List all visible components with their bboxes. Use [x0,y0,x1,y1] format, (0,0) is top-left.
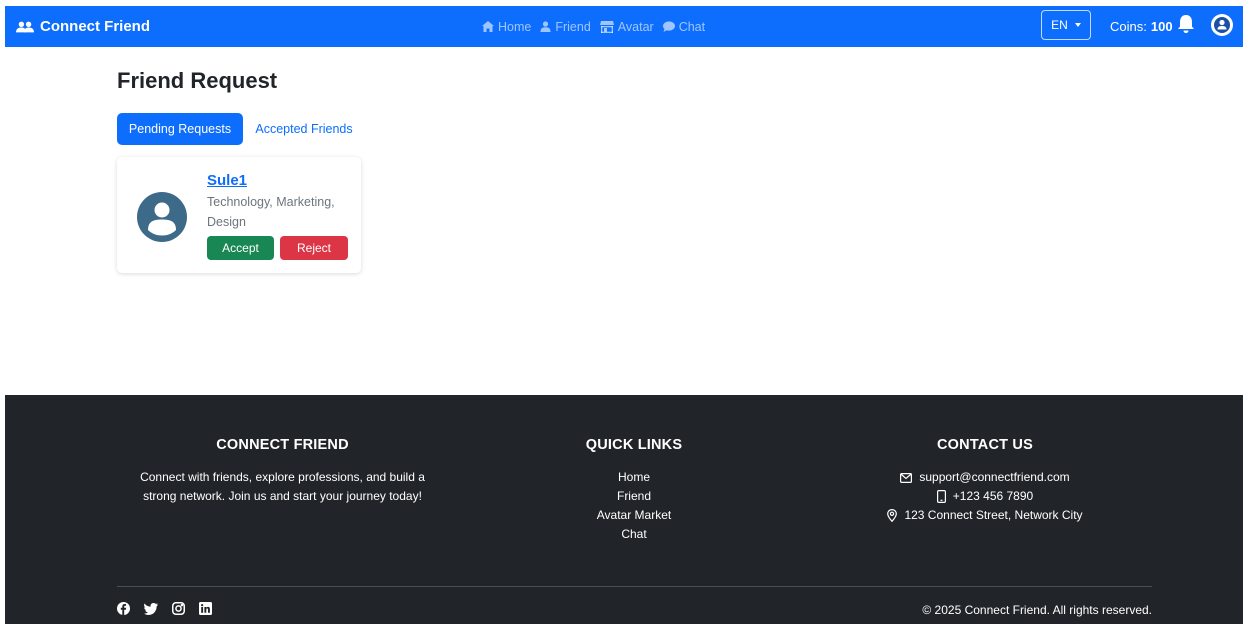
page-title: Friend Request [117,68,278,93]
nav-link-chat[interactable]: Chat [662,19,706,34]
nav-links: Home Friend Avatar Chat [482,6,705,47]
twitter-link[interactable] [144,602,158,615]
linkedin-link[interactable] [199,602,212,615]
footer-link-friend[interactable]: Friend [565,487,703,506]
footer-contact: CONTACT US support@connectfriend.com +12… [845,437,1125,525]
accept-button[interactable]: Accept [207,236,274,260]
tab-accepted-friends[interactable]: Accepted Friends [249,113,359,145]
language-dropdown[interactable]: EN [1041,10,1091,40]
coins-label: Coins: [1110,19,1147,34]
profile-avatar-button[interactable] [1211,14,1233,41]
footer-contact-heading: CONTACT US [937,437,1033,453]
bell-icon [1178,15,1194,33]
chat-icon [662,21,675,32]
nav-link-friend[interactable]: Friend [540,19,591,34]
user-avatar-icon [1211,14,1233,36]
phone-icon [936,490,946,503]
coins-display: Coins: 100 [1110,6,1173,47]
contact-email-line: support@connectfriend.com [845,468,1125,487]
avatar [137,192,187,247]
contact-phone-line: +123 456 7890 [845,487,1125,506]
nav-link-avatar[interactable]: Avatar [599,19,654,34]
notifications-button[interactable] [1177,14,1195,39]
language-value: EN [1051,18,1068,32]
footer-about: CONNECT FRIEND Connect with friends, exp… [130,437,435,506]
footer-quick-links: QUICK LINKS Home Friend Avatar Market Ch… [565,437,703,544]
footer: CONNECT FRIEND Connect with friends, exp… [5,395,1243,624]
user-avatar-icon [137,192,187,242]
nav-link-home[interactable]: Home [482,20,531,34]
footer-divider [117,586,1152,587]
caret-down-icon [1074,23,1081,27]
brand-name: Connect Friend [40,18,151,35]
users-icon [16,21,34,32]
twitter-icon [144,602,158,615]
footer-link-home[interactable]: Home [565,468,703,487]
footer-link-chat[interactable]: Chat [565,525,703,544]
footer-links-heading: QUICK LINKS [585,437,683,453]
friend-interests: Technology, Marketing, Design [207,195,335,229]
contact-phone: +123 456 7890 [952,489,1034,503]
brand-logo[interactable]: Connect Friend [16,6,150,47]
navbar: Connect Friend Home Friend Avatar Chat E… [5,6,1243,47]
contact-lines: support@connectfriend.com +123 456 7890 … [845,468,1125,525]
social-links [117,602,212,615]
location-pin-icon [887,509,898,522]
linkedin-icon [199,602,212,615]
nav-link-label: Chat [678,19,706,34]
person-icon [540,21,551,32]
copyright: © 2025 Connect Friend. All rights reserv… [922,603,1152,617]
store-icon [599,20,614,33]
coins-value: 100 [1150,19,1173,34]
envelope-icon [900,472,913,483]
friend-request-card: Sule1 Technology, Marketing, Design Acce… [117,157,361,273]
home-icon [482,21,494,32]
contact-address: 123 Connect Street, Network City [904,508,1083,522]
instagram-icon [172,602,185,615]
footer-link-avatar-market[interactable]: Avatar Market [565,506,703,525]
tab-pending-requests[interactable]: Pending Requests [117,113,243,145]
nav-link-label: Avatar [617,19,654,34]
nav-link-label: Home [498,19,532,34]
footer-about-heading: CONNECT FRIEND [216,437,349,453]
nav-link-label: Friend [555,19,591,34]
friend-name-link[interactable]: Sule1 [207,172,247,189]
contact-address-line: 123 Connect Street, Network City [845,506,1125,525]
footer-about-text: Connect with friends, explore profession… [140,470,425,503]
reject-button[interactable]: Reject [280,236,348,260]
facebook-link[interactable] [117,602,130,615]
instagram-link[interactable] [172,602,185,615]
facebook-icon [117,602,130,615]
footer-links-list: Home Friend Avatar Market Chat [565,468,703,544]
contact-email[interactable]: support@connectfriend.com [919,468,1069,487]
